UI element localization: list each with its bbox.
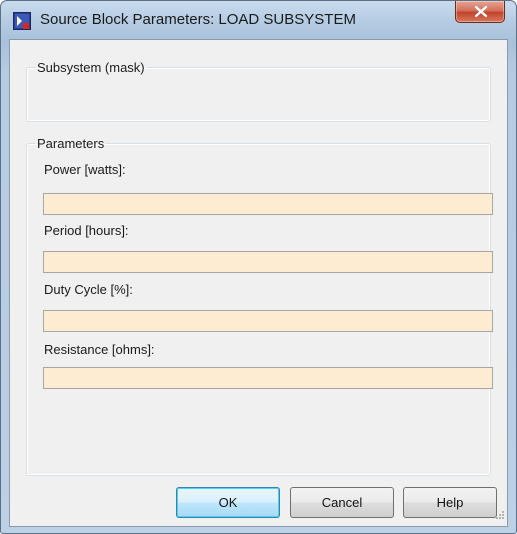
power-input[interactable]	[43, 193, 493, 215]
period-label: Period [hours]:	[44, 223, 129, 238]
mask-group-title: Subsystem (mask)	[37, 60, 145, 75]
power-label: Power [watts]:	[44, 162, 126, 177]
duty-cycle-label: Duty Cycle [%]:	[44, 282, 133, 297]
dialog-client-area: Subsystem (mask) Parameters Power [watts…	[9, 39, 508, 527]
window-title: Source Block Parameters: LOAD SUBSYSTEM	[40, 11, 356, 28]
parameters-group-title: Parameters	[37, 136, 105, 151]
resistance-label: Resistance [ohms]:	[44, 342, 155, 357]
dialog-window: Source Block Parameters: LOAD SUBSYSTEM …	[0, 0, 517, 534]
mask-group: Subsystem (mask)	[26, 60, 491, 122]
duty-cycle-input[interactable]	[43, 310, 493, 332]
period-input[interactable]	[43, 251, 493, 273]
title-bar[interactable]: Source Block Parameters: LOAD SUBSYSTEM	[1, 1, 516, 39]
resize-grip-icon[interactable]	[495, 507, 505, 525]
simulink-block-icon	[13, 12, 31, 30]
help-button[interactable]: Help	[403, 487, 497, 518]
cancel-button[interactable]: Cancel	[290, 487, 394, 518]
ok-button[interactable]: OK	[176, 487, 280, 518]
parameters-group: Parameters	[26, 136, 491, 476]
resistance-input[interactable]	[43, 367, 493, 389]
close-button[interactable]	[455, 1, 505, 23]
